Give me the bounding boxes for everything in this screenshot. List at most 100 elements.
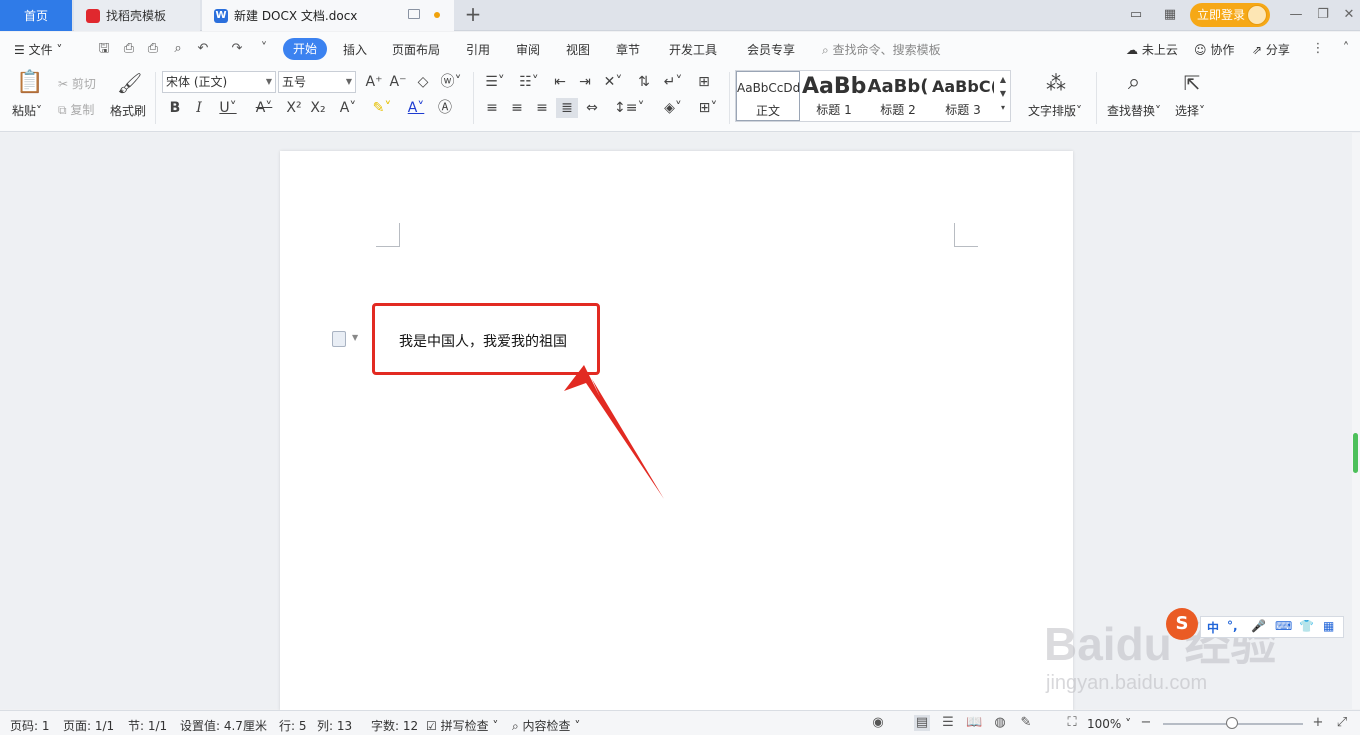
status-word-count[interactable]: 字数: 12: [371, 717, 418, 734]
spell-check-button[interactable]: ☑ 拼写检查 ˅: [426, 717, 498, 734]
clear-format-icon[interactable]: ◇: [413, 72, 433, 92]
cloud-status[interactable]: ☁ 未上云: [1126, 41, 1178, 58]
collab-button[interactable]: ☺ 协作: [1194, 41, 1234, 58]
styles-scroll-icon[interactable]: ▲ ▼ ▾: [996, 73, 1010, 121]
show-marks-icon[interactable]: ↵˅: [660, 72, 686, 92]
decrease-indent-icon[interactable]: ⇤: [550, 72, 570, 92]
monitor-icon[interactable]: [408, 9, 420, 19]
ime-toolbox-icon[interactable]: ▦: [1323, 619, 1334, 633]
text-layout-button[interactable]: 文字排版˅: [1028, 102, 1082, 119]
ime-keyboard-icon[interactable]: ⌨: [1275, 619, 1292, 633]
phonetic-icon[interactable]: ⓦ˅: [437, 72, 465, 92]
reading-view-icon[interactable]: 📖: [966, 715, 982, 731]
align-left-icon[interactable]: ≡: [482, 98, 502, 118]
vertical-scrollbar[interactable]: [1352, 133, 1360, 709]
close-icon[interactable]: ✕: [1340, 6, 1358, 24]
borders-icon[interactable]: ⊞˅: [694, 98, 722, 118]
ime-skin-icon[interactable]: 👕: [1299, 619, 1314, 633]
find-replace-button[interactable]: 查找替换˅: [1107, 102, 1161, 119]
font-size-select[interactable]: 五号 ▼: [278, 71, 356, 93]
distribute-icon[interactable]: ⇔: [582, 98, 602, 118]
paragraph-handle-icon[interactable]: [332, 331, 346, 347]
save-icon[interactable]: 🖫: [96, 41, 112, 57]
status-row[interactable]: 行: 5: [279, 717, 307, 734]
zoom-level[interactable]: 100% ˅: [1087, 717, 1131, 731]
style-normal[interactable]: AaBbCcDd 正文: [736, 71, 800, 121]
export-icon[interactable]: ⎙: [121, 41, 137, 57]
scroll-thumb[interactable]: [1353, 433, 1358, 473]
apps-grid-icon[interactable]: ▦: [1161, 7, 1179, 23]
text-effect-icon[interactable]: A˅: [334, 98, 362, 118]
tab-home[interactable]: 首页: [0, 0, 72, 31]
more-icon[interactable]: ⋮: [1310, 41, 1326, 57]
undo-icon[interactable]: ↶: [195, 41, 211, 57]
numbering-icon[interactable]: ☷˅: [516, 72, 542, 92]
new-tab-button[interactable]: +: [462, 3, 484, 27]
restore-icon[interactable]: ❐: [1314, 6, 1332, 24]
chinese-layout-icon[interactable]: ✕˅: [600, 72, 626, 92]
menu-developer[interactable]: 开发工具: [669, 41, 717, 58]
superscript-icon[interactable]: X²: [284, 98, 304, 118]
page-view-icon[interactable]: ▤: [914, 715, 930, 731]
find-icon[interactable]: ⌕: [1120, 70, 1148, 96]
menu-review[interactable]: 审阅: [516, 41, 540, 58]
status-pages[interactable]: 页面: 1/1: [63, 717, 114, 734]
status-section[interactable]: 节: 1/1: [128, 717, 167, 734]
file-menu[interactable]: ☰ 文件 ˅: [14, 41, 62, 58]
customize-icon[interactable]: ˅: [256, 41, 272, 57]
chevron-down-icon[interactable]: ▼: [352, 333, 358, 342]
cursor-icon[interactable]: ⇱: [1180, 70, 1204, 96]
status-col[interactable]: 列: 13: [317, 717, 352, 734]
format-painter-icon[interactable]: 🖌: [117, 70, 142, 96]
layout-icon[interactable]: ▭: [1127, 7, 1145, 23]
zoom-in-icon[interactable]: +: [1310, 715, 1326, 731]
grow-font-icon[interactable]: A⁺: [364, 72, 384, 92]
line-spacing-icon[interactable]: ↕≡˅: [614, 98, 644, 118]
text-layout-icon[interactable]: ⁂: [1042, 70, 1070, 96]
style-heading-3[interactable]: AaBbC( 标题 3: [932, 71, 994, 121]
char-border-icon[interactable]: Ⓐ: [436, 98, 454, 118]
menu-page-layout[interactable]: 页面布局: [392, 41, 440, 58]
font-color-icon[interactable]: A˅: [402, 98, 430, 118]
align-right-icon[interactable]: ≡: [532, 98, 552, 118]
style-heading-1[interactable]: AaBb 标题 1: [802, 71, 866, 121]
preview-icon[interactable]: ⌕: [170, 41, 186, 57]
status-setting[interactable]: 设置值: 4.7厘米: [180, 717, 267, 734]
tab-document[interactable]: W 新建 DOCX 文档.docx: [202, 0, 454, 31]
sogou-ime-logo-icon[interactable]: S: [1166, 608, 1198, 640]
strikethrough-icon[interactable]: A˅: [250, 98, 278, 118]
command-search[interactable]: ⌕ 查找命令、搜索模板: [822, 41, 941, 58]
subscript-icon[interactable]: X₂: [308, 98, 328, 118]
redo-icon[interactable]: ↷: [229, 41, 245, 57]
italic-icon[interactable]: I: [190, 98, 208, 118]
menu-membership[interactable]: 会员专享: [747, 41, 795, 58]
status-page-no[interactable]: 页码: 1: [10, 717, 50, 734]
style-heading-2[interactable]: AaBb( 标题 2: [866, 71, 930, 121]
underline-icon[interactable]: U˅: [214, 98, 242, 118]
print-icon[interactable]: ⎙: [145, 41, 161, 57]
share-button[interactable]: ⇗ 分享: [1252, 41, 1290, 58]
menu-chapter[interactable]: 章节: [616, 41, 640, 58]
shrink-font-icon[interactable]: A⁻: [388, 72, 408, 92]
highlight-color-icon[interactable]: ✎˅: [368, 98, 396, 118]
menu-insert[interactable]: 插入: [343, 41, 367, 58]
ime-voice-icon[interactable]: 🎤: [1251, 619, 1266, 633]
sort-icon[interactable]: ⇅: [634, 72, 654, 92]
ime-punctuation-icon[interactable]: °,: [1227, 619, 1238, 633]
eye-protection-icon[interactable]: ◉: [870, 715, 886, 731]
menu-references[interactable]: 引用: [466, 41, 490, 58]
paste-icon[interactable]: 📋: [16, 70, 43, 96]
outline-view-icon[interactable]: ☰: [940, 715, 956, 731]
content-check-button[interactable]: ⌕ 内容检查 ˅: [512, 717, 580, 734]
align-center-icon[interactable]: ≡: [507, 98, 527, 118]
ime-mode-chinese[interactable]: 中: [1207, 619, 1219, 636]
select-button[interactable]: 选择˅: [1175, 102, 1205, 119]
menu-view[interactable]: 视图: [566, 41, 590, 58]
increase-indent-icon[interactable]: ⇥: [575, 72, 595, 92]
format-painter-button[interactable]: 格式刷: [110, 102, 146, 119]
menu-start[interactable]: 开始: [283, 38, 327, 60]
minimize-icon[interactable]: —: [1287, 6, 1305, 24]
justify-icon[interactable]: ≣: [556, 98, 578, 118]
collapse-ribbon-icon[interactable]: ˄: [1338, 41, 1354, 57]
paste-button[interactable]: 粘贴˅: [12, 102, 42, 119]
